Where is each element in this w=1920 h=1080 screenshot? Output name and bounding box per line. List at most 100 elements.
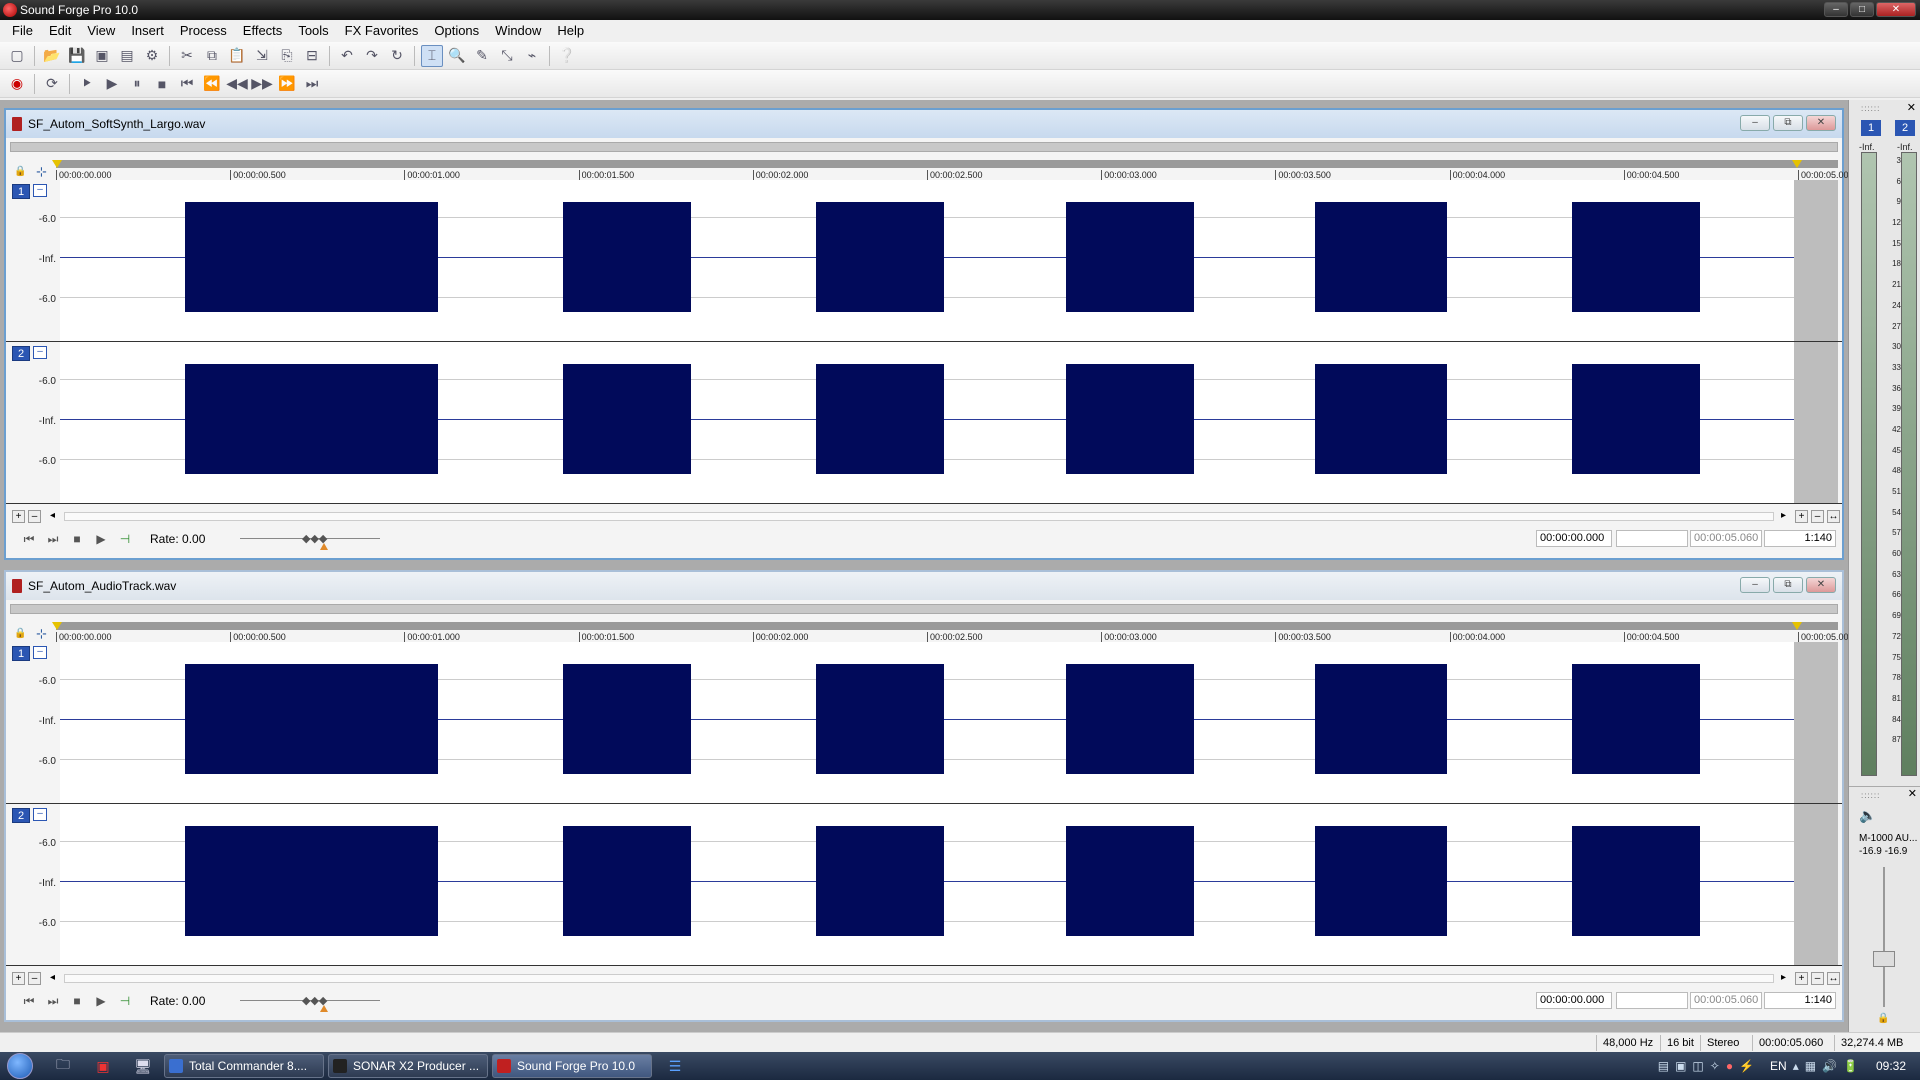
network-icon[interactable]: ▤: [1658, 1059, 1669, 1073]
flash-tray-icon[interactable]: ⚡: [1739, 1059, 1754, 1073]
clock[interactable]: 09:32: [1876, 1059, 1906, 1073]
menu-process[interactable]: Process: [172, 20, 235, 42]
mix-icon[interactable]: ⇲: [251, 45, 273, 67]
speaker-icon[interactable]: 🔈: [1859, 807, 1876, 824]
panel-grip-icon[interactable]: ::::::: [1861, 104, 1880, 113]
end-marker[interactable]: [1792, 622, 1802, 630]
waveform-area[interactable]: [60, 180, 1838, 341]
scroll-left-icon[interactable]: ◂: [46, 510, 59, 523]
lock-icon[interactable]: 🔒: [1877, 1013, 1889, 1024]
repeat-icon[interactable]: ↻: [386, 45, 408, 67]
time-ruler[interactable]: 00:00:00.000 00:00:00.500 00:00:01.000 00:0…: [52, 160, 1854, 180]
trim-icon[interactable]: ⊟: [301, 45, 323, 67]
volume-icon[interactable]: 🔊: [1822, 1059, 1837, 1073]
zoom-out-button[interactable]: –: [1811, 510, 1824, 523]
selection-length-field[interactable]: [1616, 992, 1688, 1009]
minimize-button[interactable]: –: [1824, 2, 1848, 17]
doc-restore-button[interactable]: ⧉: [1773, 115, 1803, 131]
go-to-end-icon[interactable]: ⏭: [44, 992, 62, 1010]
play-icon[interactable]: ▶: [92, 992, 110, 1010]
loop-icon[interactable]: ⟳: [41, 73, 63, 95]
stop-icon[interactable]: ■: [68, 530, 86, 548]
menu-view[interactable]: View: [79, 20, 123, 42]
scroll-right-icon[interactable]: ▸: [1777, 510, 1790, 523]
task-sonar[interactable]: SONAR X2 Producer ...: [328, 1054, 488, 1078]
channel-minimize-icon[interactable]: –: [33, 184, 47, 197]
app-tray-icon[interactable]: ◫: [1692, 1059, 1703, 1073]
power-icon[interactable]: 🔋: [1843, 1059, 1858, 1073]
volume-fader-track[interactable]: [1883, 867, 1885, 1007]
scroll-right-icon[interactable]: ▸: [1777, 972, 1790, 985]
language-indicator[interactable]: EN: [1770, 1059, 1787, 1073]
zoom-in-button[interactable]: +: [1795, 972, 1808, 985]
start-marker[interactable]: [52, 160, 62, 168]
meter-channel-button[interactable]: 1: [1861, 120, 1881, 136]
cursor-time-field[interactable]: 00:00:00.000: [1536, 530, 1612, 547]
show-hidden-icons[interactable]: ▴: [1793, 1059, 1799, 1073]
edit-tool-icon[interactable]: ⌶: [421, 44, 443, 67]
maximize-button[interactable]: □: [1850, 2, 1874, 17]
event-tool-icon[interactable]: ⌁: [521, 45, 543, 67]
cut-icon[interactable]: ✂: [176, 45, 198, 67]
menu-window[interactable]: Window: [487, 20, 549, 42]
menu-insert[interactable]: Insert: [123, 20, 172, 42]
channel-minimize-icon[interactable]: –: [33, 808, 47, 821]
task-total-commander[interactable]: Total Commander 8....: [164, 1054, 324, 1078]
menu-tools[interactable]: Tools: [290, 20, 336, 42]
zoom-fit-button[interactable]: ↔: [1827, 510, 1840, 523]
copy-icon[interactable]: ⧉: [201, 45, 223, 67]
new-file-icon[interactable]: ▢: [6, 45, 28, 67]
panel-close-icon[interactable]: ✕: [1908, 787, 1917, 800]
zoom-ratio-field[interactable]: 1:140: [1764, 530, 1836, 547]
undo-icon[interactable]: ↶: [336, 45, 358, 67]
save-all-icon[interactable]: ▤: [116, 45, 138, 67]
menu-fx-favorites[interactable]: FX Favorites: [337, 20, 427, 42]
doc-restore-button[interactable]: ⧉: [1773, 577, 1803, 593]
doc-minimize-button[interactable]: –: [1740, 115, 1770, 131]
rate-slider[interactable]: ◆◆◆: [240, 529, 380, 550]
go-to-start-icon[interactable]: ⏮: [20, 530, 38, 548]
menu-options[interactable]: Options: [426, 20, 487, 42]
channel-mode[interactable]: Stereo: [1700, 1035, 1745, 1051]
play-all-icon[interactable]: ⯈: [76, 73, 98, 95]
zoom-in-vertical-button[interactable]: +: [12, 972, 25, 985]
record-icon[interactable]: ◉: [6, 73, 28, 95]
save-icon[interactable]: 💾: [66, 45, 88, 67]
panel-grip-icon[interactable]: ::::::: [1861, 791, 1880, 800]
stop-icon[interactable]: ■: [68, 992, 86, 1010]
volume-fader-knob[interactable]: [1873, 951, 1895, 967]
selection-length-field[interactable]: [1616, 530, 1688, 547]
play-normal-icon[interactable]: ⊣: [116, 992, 134, 1010]
waveform-area[interactable]: [60, 804, 1838, 965]
zoom-in-vertical-button[interactable]: +: [12, 510, 25, 523]
time-ruler[interactable]: 00:00:00.000 00:00:00.500 00:00:01.000 00:0…: [52, 622, 1854, 642]
channel-number[interactable]: 1: [12, 646, 30, 661]
play-icon[interactable]: ▶: [101, 73, 123, 95]
tool-tray-icon[interactable]: ✧: [1710, 1059, 1720, 1073]
snap-icon[interactable]: ⊹: [36, 164, 47, 180]
channel-minimize-icon[interactable]: –: [33, 646, 47, 659]
doc-close-button[interactable]: ✕: [1806, 577, 1836, 593]
start-marker[interactable]: [52, 622, 62, 630]
document-title-bar[interactable]: SF_Autom_SoftSynth_Largo.wav – ⧉ ✕: [6, 110, 1842, 138]
task-sound-forge[interactable]: Sound Forge Pro 10.0: [492, 1054, 652, 1078]
play-normal-icon[interactable]: ⊣: [116, 530, 134, 548]
go-to-start-icon[interactable]: ⏮: [20, 992, 38, 1010]
menu-help[interactable]: Help: [549, 20, 592, 42]
render-icon[interactable]: ⚙: [141, 45, 163, 67]
zoom-in-button[interactable]: +: [1795, 510, 1808, 523]
monitor-icon[interactable]: ▣: [1675, 1059, 1686, 1073]
doc-close-button[interactable]: ✕: [1806, 115, 1836, 131]
pause-icon[interactable]: ⏸: [126, 73, 148, 95]
meter-channel-button[interactable]: 2: [1895, 120, 1915, 136]
doc-minimize-button[interactable]: –: [1740, 577, 1770, 593]
stop-icon[interactable]: ■: [151, 73, 173, 95]
channel-number[interactable]: 2: [12, 346, 30, 361]
open-folder-icon[interactable]: 📂: [41, 45, 63, 67]
go-to-end-icon[interactable]: ⏭: [301, 73, 323, 95]
rate-slider[interactable]: ◆◆◆: [240, 991, 380, 1012]
panel-close-icon[interactable]: ✕: [1907, 101, 1916, 114]
scrollbar-track[interactable]: [64, 512, 1774, 521]
lock-icon[interactable]: 🔒: [14, 628, 26, 639]
cursor-time-field[interactable]: 00:00:00.000: [1536, 992, 1612, 1009]
